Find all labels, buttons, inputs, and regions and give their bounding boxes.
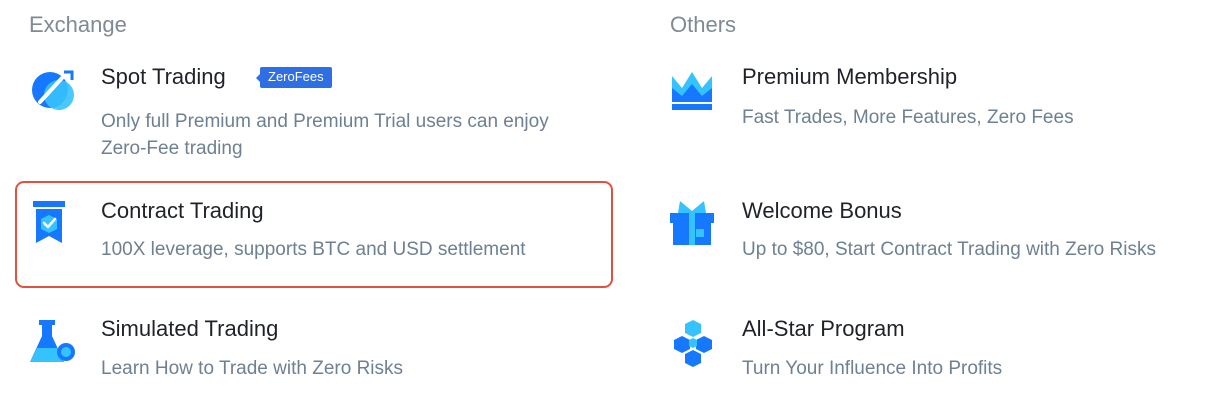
- all-star-program-description: Turn Your Influence Into Profits: [742, 358, 1003, 379]
- spot-trading-description: Only full Premium and Premium Trial user…: [101, 111, 549, 159]
- spot-trading-icon: [26, 64, 78, 116]
- others-section-title: Others: [670, 12, 737, 37]
- welcome-bonus-item[interactable]: Welcome Bonus Up to $80, Start Contract …: [640, 181, 1224, 288]
- exchange-section-title: Exchange: [29, 12, 127, 37]
- zerofees-badge: ZeroFees: [256, 67, 332, 88]
- contract-trading-highlight: [15, 181, 613, 288]
- flask-icon: [26, 318, 78, 370]
- gift-icon: [668, 199, 720, 251]
- hexagon-cluster-icon: [670, 318, 722, 370]
- spot-trading-title: Spot Trading: [101, 64, 226, 89]
- crown-icon: [668, 66, 720, 118]
- welcome-bonus-description: Up to $80, Start Contract Trading with Z…: [742, 239, 1156, 260]
- all-star-program-title: All-Star Program: [742, 316, 905, 341]
- premium-membership-item[interactable]: Premium Membership Fast Trades, More Fea…: [640, 52, 1224, 152]
- spot-trading-item[interactable]: Spot Trading ZeroFees Only full Premium …: [0, 52, 640, 172]
- premium-membership-description: Fast Trades, More Features, Zero Fees: [742, 107, 1074, 128]
- simulated-trading-description: Learn How to Trade with Zero Risks: [101, 358, 404, 379]
- simulated-trading-item[interactable]: Simulated Trading Learn How to Trade wit…: [0, 300, 640, 400]
- simulated-trading-title: Simulated Trading: [101, 316, 279, 341]
- all-star-program-item[interactable]: All-Star Program Turn Your Influence Int…: [640, 300, 1224, 400]
- welcome-bonus-title: Welcome Bonus: [742, 198, 902, 223]
- premium-membership-title: Premium Membership: [742, 64, 958, 89]
